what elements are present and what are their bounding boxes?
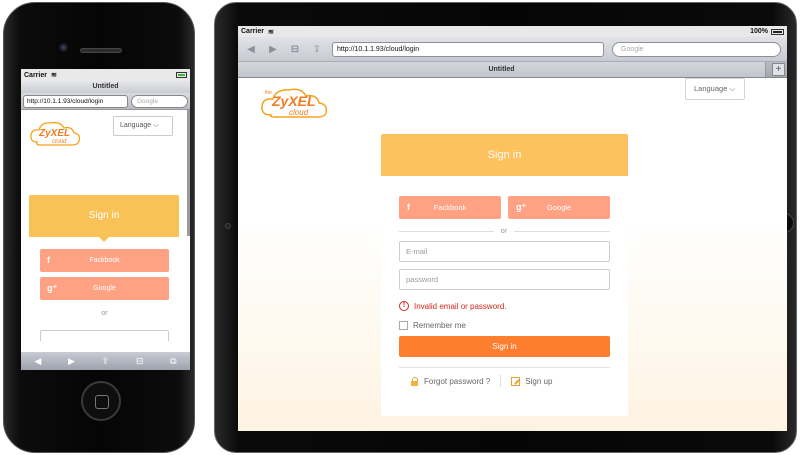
phone-language-dropdown[interactable]: Language ⌵ bbox=[113, 116, 173, 136]
signin-panel: f Fackbook g⁺ Google or E-mail password … bbox=[381, 176, 628, 416]
phone-camera bbox=[59, 43, 68, 52]
phone-address-bar: http://10.1.1.93/cloud/login Google bbox=[21, 93, 190, 110]
account-links: Forgot password ? Sign up bbox=[411, 375, 611, 387]
share-icon[interactable]: ⇪ bbox=[310, 44, 324, 55]
or-label: or bbox=[494, 226, 514, 235]
phone-google-button[interactable]: g⁺ Google bbox=[40, 277, 169, 300]
google-login-button[interactable]: g⁺ Google bbox=[508, 196, 610, 219]
phone-google-label: Google bbox=[93, 285, 116, 292]
svg-text:ZyXEL: ZyXEL bbox=[271, 93, 316, 109]
tablet-browser-navbar: ◀ ▶ ⊟ ⇪ http://10.1.1.93/cloud/login Goo… bbox=[238, 37, 787, 62]
tablet-search-field[interactable]: Google bbox=[612, 41, 781, 57]
wifi-icon: ≋ bbox=[50, 72, 57, 79]
phone-search-field[interactable]: Google bbox=[131, 94, 188, 108]
phone-facebook-label: Fackbook bbox=[89, 257, 120, 264]
facebook-login-button[interactable]: f Fackbook bbox=[399, 196, 501, 219]
phone-home-button[interactable] bbox=[81, 381, 121, 421]
tablet-status-bar: Carrier ≋ 100% bbox=[238, 26, 787, 37]
email-field[interactable]: E-mail bbox=[399, 241, 610, 262]
signin-button[interactable]: Sign in bbox=[399, 336, 610, 357]
tablet-device: Carrier ≋ 100% ◀ ▶ ⊟ ⇪ http://10.1.1.93/… bbox=[214, 2, 797, 453]
links-separator bbox=[500, 375, 502, 387]
phone-page-content: ZyXEL cloud Language ⌵ Sign in f Fackboo… bbox=[21, 110, 190, 341]
tablet-camera bbox=[225, 223, 231, 229]
zyxel-cloud-logo: the ZyXEL cloud bbox=[261, 88, 328, 118]
new-tab-button[interactable]: + bbox=[772, 63, 785, 76]
bookmarks-icon[interactable]: ⊟ bbox=[136, 356, 144, 367]
phone-signin-header: Sign in bbox=[29, 195, 179, 237]
phone-browser-toolbar: ◀ ▶ ⇪ ⊟ ⧉ bbox=[21, 352, 190, 370]
share-icon[interactable]: ⇪ bbox=[102, 356, 110, 367]
tablet-carrier-label: Carrier bbox=[241, 28, 264, 35]
phone-url-field[interactable]: http://10.1.1.93/cloud/login bbox=[23, 94, 128, 108]
phone-email-field-partial[interactable] bbox=[40, 330, 169, 341]
tablet-battery-label: 100% bbox=[750, 28, 768, 35]
stage: Carrier ≋ Untitled http://10.1.1.93/clou… bbox=[0, 0, 800, 455]
svg-text:ZyXEL: ZyXEL bbox=[38, 128, 70, 139]
footer-separator bbox=[399, 367, 610, 368]
lock-icon bbox=[411, 376, 419, 386]
login-error-message: ! Invalid email or password. bbox=[399, 301, 506, 311]
bookmarks-icon[interactable]: ⊟ bbox=[288, 44, 302, 55]
password-field[interactable]: password bbox=[399, 269, 610, 290]
signup-link[interactable]: Sign up bbox=[511, 376, 553, 386]
phone-device: Carrier ≋ Untitled http://10.1.1.93/clou… bbox=[3, 2, 195, 453]
tablet-url-field[interactable]: http://10.1.1.93/cloud/login bbox=[332, 41, 604, 57]
remember-me-label: Remember me bbox=[413, 321, 466, 330]
carrier-label: Carrier bbox=[24, 71, 47, 79]
back-icon[interactable]: ◀ bbox=[244, 44, 258, 55]
edit-icon bbox=[511, 376, 521, 386]
google-plus-icon: g⁺ bbox=[516, 202, 527, 212]
phone-status-bar: Carrier ≋ bbox=[21, 69, 190, 81]
phone-browser-title: Untitled bbox=[21, 81, 190, 93]
tablet-screen: Carrier ≋ 100% ◀ ▶ ⊟ ⇪ http://10.1.1.93/… bbox=[238, 26, 787, 431]
phone-screen: Carrier ≋ Untitled http://10.1.1.93/clou… bbox=[21, 69, 190, 370]
forward-icon[interactable]: ▶ bbox=[68, 356, 75, 367]
back-icon[interactable]: ◀ bbox=[34, 356, 41, 367]
tablet-tab-bar: Untitled + bbox=[238, 62, 787, 78]
remember-me-row[interactable]: Remember me bbox=[399, 321, 466, 330]
signup-label: Sign up bbox=[525, 376, 553, 386]
phone-earpiece bbox=[80, 48, 122, 53]
error-text: Invalid email or password. bbox=[414, 301, 507, 311]
forward-icon[interactable]: ▶ bbox=[266, 44, 280, 55]
google-label: Google bbox=[546, 203, 572, 212]
tablet-page-content: the ZyXEL cloud Language ⌵ Sign in f Fac… bbox=[238, 78, 787, 431]
tabs-icon[interactable]: ⧉ bbox=[170, 356, 176, 367]
signin-header: Sign in bbox=[381, 134, 628, 176]
battery-icon bbox=[176, 72, 187, 78]
facebook-icon: f bbox=[407, 202, 410, 212]
svg-text:cloud: cloud bbox=[289, 108, 309, 117]
tablet-battery-icon bbox=[771, 28, 784, 35]
error-icon: ! bbox=[399, 301, 409, 311]
remember-me-checkbox[interactable] bbox=[399, 321, 408, 330]
tab-untitled[interactable]: Untitled bbox=[238, 62, 766, 77]
zyxel-cloud-logo: ZyXEL cloud bbox=[30, 121, 81, 146]
tablet-wifi-icon: ≋ bbox=[267, 28, 274, 36]
forgot-password-label: Forgot password ? bbox=[424, 376, 491, 386]
facebook-label: Fackbook bbox=[433, 203, 467, 212]
google-plus-icon: g⁺ bbox=[47, 283, 58, 293]
facebook-icon: f bbox=[47, 255, 50, 265]
tablet-language-dropdown[interactable]: Language ⌵ bbox=[685, 78, 745, 100]
phone-signin-header-arrow bbox=[99, 237, 109, 242]
forgot-password-link[interactable]: Forgot password ? bbox=[411, 376, 491, 386]
phone-or-divider: or bbox=[101, 310, 108, 317]
svg-text:cloud: cloud bbox=[52, 139, 67, 145]
phone-facebook-button[interactable]: f Fackbook bbox=[40, 249, 169, 272]
phone-scrollbar[interactable] bbox=[187, 110, 190, 236]
